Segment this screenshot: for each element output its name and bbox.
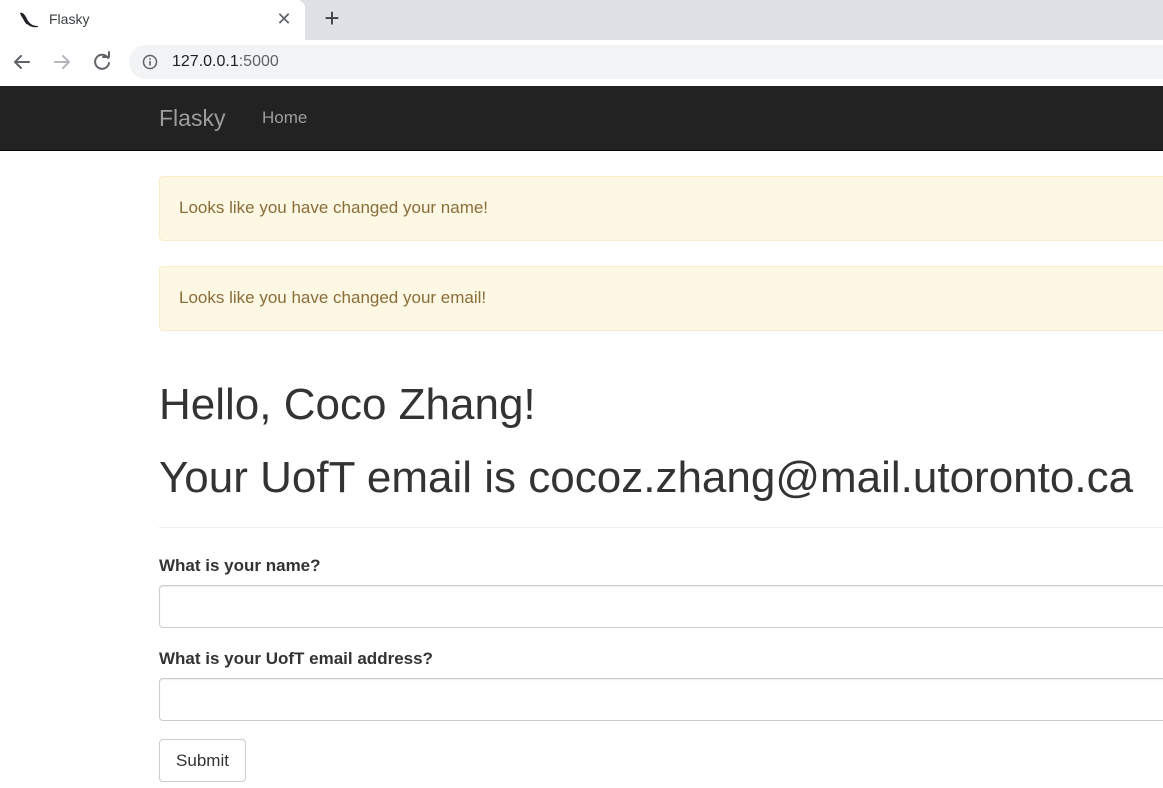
address-bar[interactable]: 127.0.0.1:5000 bbox=[129, 45, 1163, 79]
close-tab-icon[interactable]: ✕ bbox=[272, 8, 296, 32]
browser-tab-strip: Flasky ✕ + bbox=[0, 0, 1163, 40]
email-label: What is your UofT email address? bbox=[159, 649, 433, 668]
back-arrow-icon[interactable] bbox=[8, 48, 36, 76]
flash-alert-name: Looks like you have changed your name! bbox=[159, 176, 1163, 241]
email-heading: Your UofT email is cocoz.zhang@mail.utor… bbox=[159, 453, 1134, 502]
email-input[interactable] bbox=[159, 678, 1163, 721]
url-text: 127.0.0.1:5000 bbox=[172, 53, 279, 71]
info-icon[interactable] bbox=[142, 54, 158, 70]
name-input[interactable] bbox=[159, 585, 1163, 628]
navbar-brand[interactable]: Flasky bbox=[159, 105, 225, 132]
url-host: 127.0.0.1 bbox=[172, 53, 239, 70]
tab-title: Flasky bbox=[49, 11, 90, 27]
site-navbar: Flasky Home bbox=[0, 86, 1163, 151]
flash-alert-email: Looks like you have changed your email! bbox=[159, 266, 1163, 331]
browser-tab[interactable]: Flasky ✕ bbox=[0, 0, 305, 40]
submit-button[interactable]: Submit bbox=[159, 739, 246, 782]
greeting-heading: Hello, Coco Zhang! bbox=[159, 380, 536, 429]
flask-horn-icon bbox=[18, 9, 40, 29]
browser-toolbar: 127.0.0.1:5000 bbox=[0, 40, 1163, 86]
divider bbox=[159, 527, 1163, 528]
reload-icon[interactable] bbox=[88, 48, 116, 76]
name-label: What is your name? bbox=[159, 556, 321, 575]
nav-link-home[interactable]: Home bbox=[262, 108, 307, 128]
forward-arrow-icon[interactable] bbox=[48, 48, 76, 76]
new-tab-icon[interactable]: + bbox=[318, 5, 346, 33]
url-port: :5000 bbox=[238, 53, 279, 70]
